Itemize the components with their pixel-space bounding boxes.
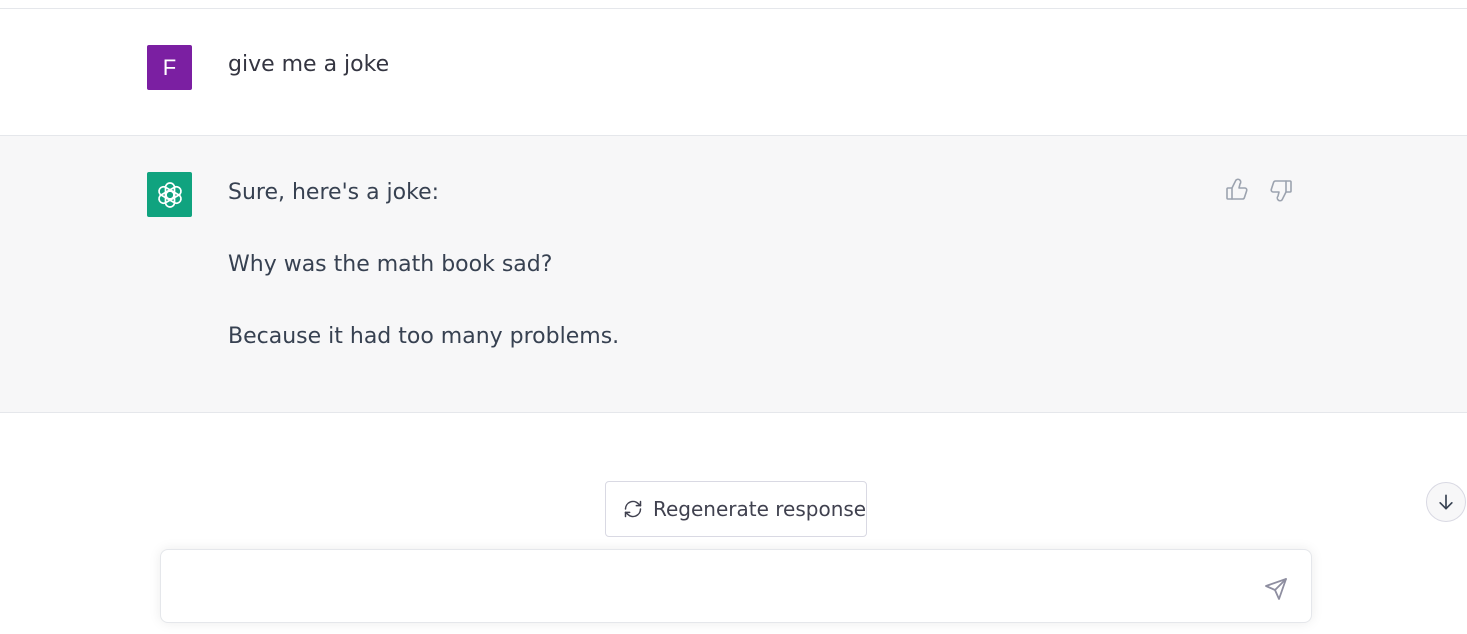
chat-page: F give me a joke Sure, here's a joke: Wh… [0,0,1467,634]
thumbs-up-button[interactable] [1224,176,1250,204]
assistant-paragraph: Sure, here's a joke: [228,180,440,205]
refresh-icon [623,498,643,520]
thumbs-up-icon [1226,178,1248,200]
user-message-text: give me a joke [228,52,390,77]
regenerate-label: Regenerate response [653,497,867,521]
message-composer [160,549,1312,623]
assistant-message-text: Sure, here's a joke: Why was the math bo… [228,178,1188,394]
assistant-message-row: Sure, here's a joke: Why was the math bo… [0,136,1467,413]
arrow-down-icon [1439,494,1453,510]
message-input[interactable] [181,572,1251,602]
assistant-avatar [147,172,192,217]
regenerate-response-button[interactable]: Regenerate response [605,481,867,537]
thumbs-down-icon [1270,180,1292,202]
scroll-to-bottom-button[interactable] [1426,482,1466,522]
feedback-buttons [1224,176,1294,204]
assistant-paragraph: Because it had too many problems. [228,324,620,349]
assistant-paragraph: Why was the math book sad? [228,252,553,277]
openai-logo-icon [157,181,182,208]
top-divider [0,0,1467,9]
user-avatar: F [147,45,192,90]
thumbs-down-button[interactable] [1268,176,1294,204]
send-button[interactable] [1261,574,1291,604]
user-message-row: F give me a joke [0,9,1467,136]
send-icon [1265,578,1287,600]
